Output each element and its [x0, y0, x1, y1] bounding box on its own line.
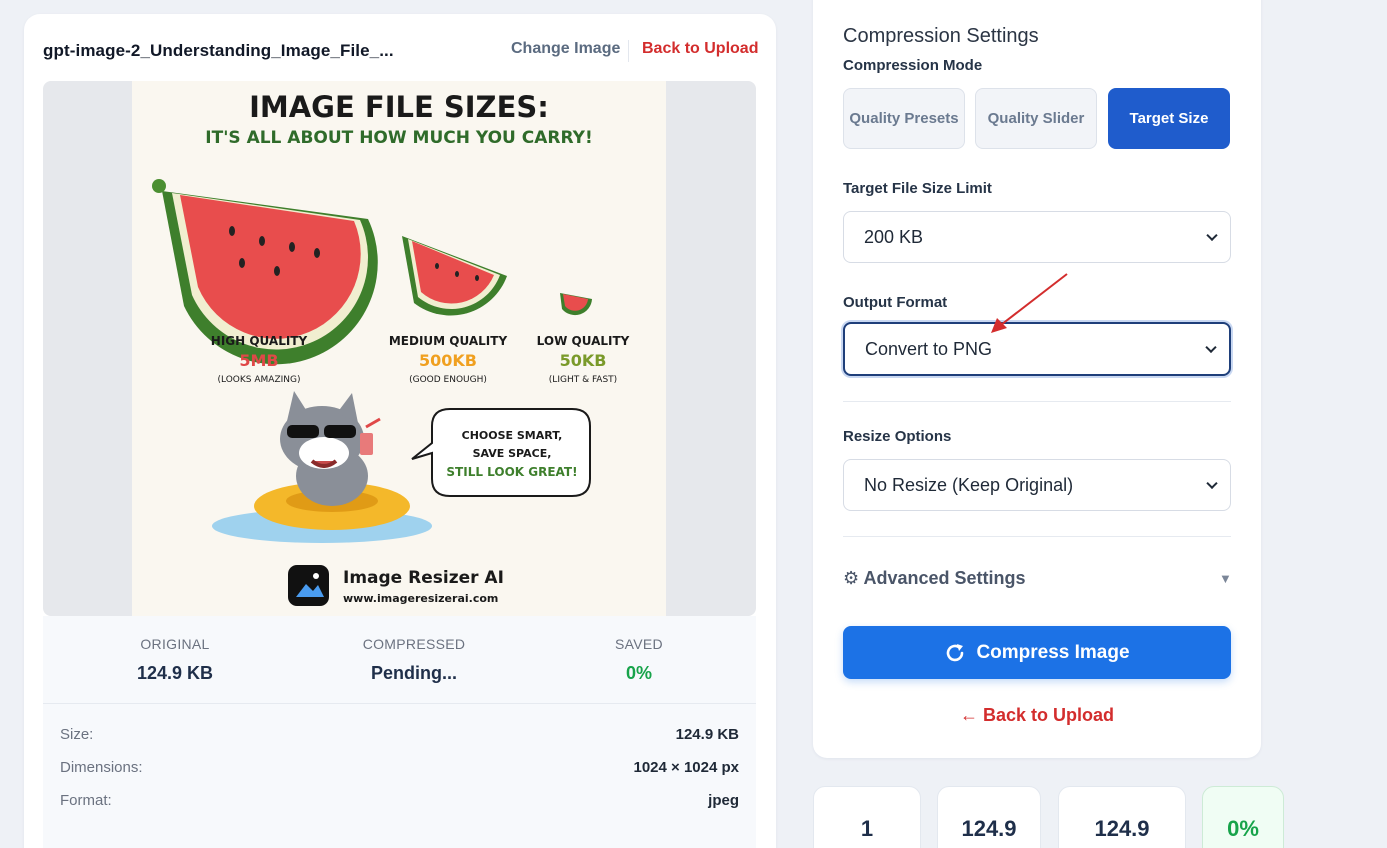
- tier-quality-label: LOW QUALITY: [537, 334, 630, 348]
- bubble-line: CHOOSE SMART,: [462, 429, 563, 442]
- target-size-select[interactable]: 200 KB: [843, 211, 1231, 263]
- compression-stats: ORIGINAL 124.9 KB COMPRESSED Pending... …: [43, 616, 756, 704]
- stat-value: Pending...: [370, 663, 457, 683]
- compression-settings-panel: Compression Settings Compression Mode Qu…: [813, 0, 1261, 758]
- chevron-down-icon: [1206, 477, 1218, 490]
- brand-url: www.imageresizerai.com: [343, 592, 498, 605]
- section-divider: [843, 401, 1231, 402]
- summary-tile: 124.9: [1058, 786, 1186, 848]
- tier-quality-label: MEDIUM QUALITY: [389, 334, 508, 348]
- detail-key: Format:: [60, 792, 112, 809]
- preview-illustration: IMAGE FILE SIZES: IT'S ALL ABOUT HOW MUC…: [152, 90, 630, 606]
- back-to-upload-link[interactable]: Back to Upload: [642, 40, 758, 58]
- mode-quality-presets-button[interactable]: Quality Presets: [843, 88, 965, 149]
- refresh-icon: [944, 642, 966, 664]
- output-format-label: Output Format: [843, 294, 948, 311]
- compress-image-label: Compress Image: [976, 641, 1130, 663]
- summary-tile: 0%: [1202, 786, 1284, 848]
- link-divider: [628, 40, 629, 62]
- caret-down-icon[interactable]: ▼: [1219, 571, 1232, 586]
- stat-compressed: COMPRESSED Pending...: [304, 636, 524, 684]
- chevron-down-icon: [1205, 341, 1217, 354]
- stat-label: COMPRESSED: [362, 636, 466, 652]
- tier-note-label: (LOOKS AMAZING): [218, 375, 301, 385]
- tier-note-label: (LIGHT & FAST): [549, 375, 617, 385]
- preview-title: IMAGE FILE SIZES:: [249, 90, 549, 124]
- compression-mode-label: Compression Mode: [843, 57, 983, 74]
- image-preview-card: gpt-image-2_Understanding_Image_File_...…: [24, 14, 776, 848]
- detail-value: jpeg: [708, 792, 739, 809]
- medium-watermelon-icon: [402, 236, 507, 316]
- tier-size-label: 5MB: [239, 351, 278, 370]
- brand-name: Image Resizer AI: [343, 568, 504, 588]
- file-name: gpt-image-2_Understanding_Image_File_...: [43, 41, 394, 60]
- summary-tile: 124.9: [937, 786, 1041, 848]
- advanced-settings-toggle[interactable]: ⚙ Advanced Settings: [843, 568, 1026, 589]
- detail-value: 1024 × 1024 px: [633, 759, 739, 776]
- bubble-line: SAVE SPACE,: [473, 447, 552, 460]
- chevron-down-icon: [1206, 229, 1218, 242]
- annotation-arrow-icon: [991, 273, 1068, 333]
- tier-size-label: 50KB: [560, 351, 607, 370]
- target-size-label: Target File Size Limit: [843, 180, 992, 197]
- detail-row: Size: 124.9 KB: [60, 726, 739, 748]
- file-details: Size: 124.9 KB Dimensions: 1024 × 1024 p…: [43, 704, 756, 848]
- compress-image-button[interactable]: Compress Image: [843, 626, 1231, 679]
- back-to-upload-link[interactable]: ← Back to Upload: [813, 705, 1261, 726]
- resize-options-value: No Resize (Keep Original): [864, 474, 1074, 495]
- mode-target-size-button[interactable]: Target Size: [1108, 88, 1230, 149]
- detail-key: Dimensions:: [60, 759, 143, 776]
- bubble-line: STILL LOOK GREAT!: [446, 465, 577, 479]
- speech-bubble: CHOOSE SMART, SAVE SPACE, STILL LOOK GRE…: [411, 408, 591, 497]
- stat-original: ORIGINAL 124.9 KB: [65, 636, 285, 684]
- settings-title: Compression Settings: [843, 25, 1039, 47]
- preview-subtitle: IT'S ALL ABOUT HOW MUCH YOU CARRY!: [205, 128, 592, 148]
- brand-logo-icon: [288, 565, 329, 606]
- change-image-link[interactable]: Change Image: [511, 40, 620, 58]
- detail-value: 124.9 KB: [675, 726, 739, 743]
- resize-options-select[interactable]: No Resize (Keep Original): [843, 459, 1231, 511]
- section-divider: [843, 536, 1231, 537]
- stat-value: 0%: [625, 663, 652, 683]
- detail-row: Dimensions: 1024 × 1024 px: [60, 759, 739, 781]
- output-format-value: Convert to PNG: [865, 338, 993, 359]
- cat-mascot-icon: [212, 391, 432, 543]
- stat-saved: SAVED 0%: [529, 636, 749, 684]
- tier-note-label: (GOOD ENOUGH): [409, 375, 487, 385]
- image-preview: IMAGE FILE SIZES: IT'S ALL ABOUT HOW MUC…: [43, 81, 756, 616]
- target-size-value: 200 KB: [864, 226, 924, 247]
- stat-label: ORIGINAL: [140, 636, 210, 652]
- tier-quality-label: HIGH QUALITY: [211, 334, 308, 348]
- summary-tile: 1: [813, 786, 921, 848]
- tier-size-label: 500KB: [419, 351, 477, 370]
- resize-options-label: Resize Options: [843, 428, 952, 445]
- mode-quality-slider-button[interactable]: Quality Slider: [975, 88, 1097, 149]
- detail-row: Format: jpeg: [60, 792, 739, 814]
- stat-label: SAVED: [615, 636, 663, 652]
- small-watermelon-icon: [560, 293, 592, 316]
- preview-image: IMAGE FILE SIZES: IT'S ALL ABOUT HOW MUC…: [132, 81, 666, 616]
- detail-key: Size:: [60, 726, 94, 743]
- stat-value: 124.9 KB: [136, 663, 214, 683]
